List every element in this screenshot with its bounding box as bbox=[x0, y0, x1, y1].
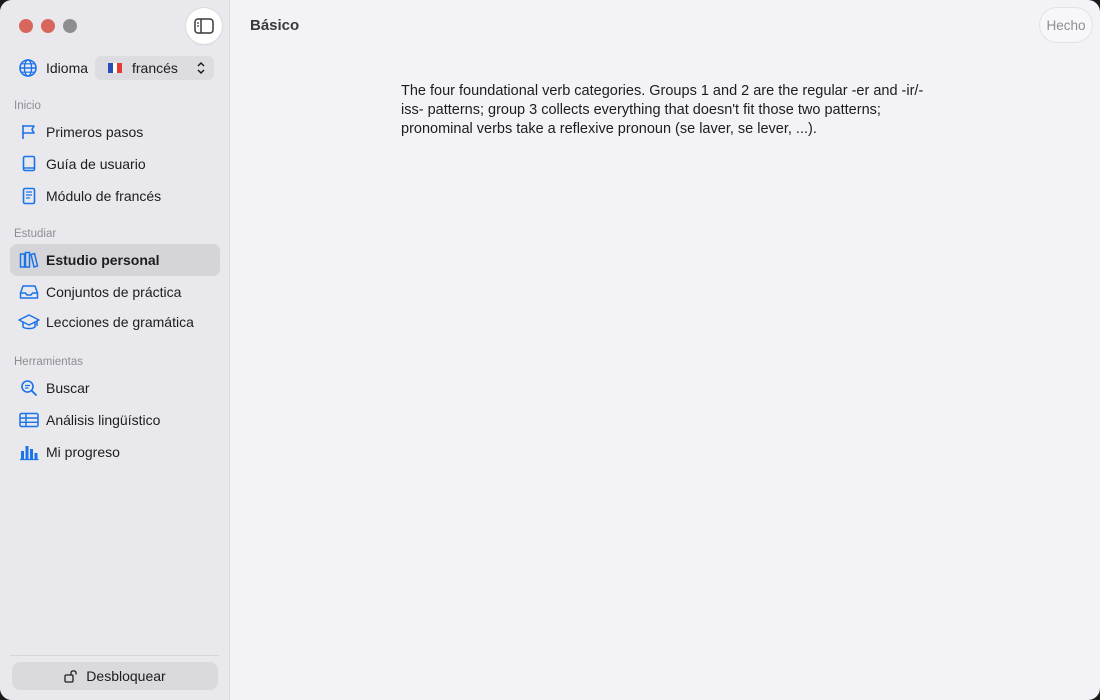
sidebar-item-conjuntos-de-practica[interactable]: Conjuntos de práctica bbox=[10, 276, 220, 308]
sidebar-item-label: Mi progreso bbox=[46, 444, 120, 460]
sidebar-item-label: Conjuntos de práctica bbox=[46, 284, 182, 300]
section-title-inicio: Inicio bbox=[14, 100, 41, 112]
notebook-icon bbox=[18, 185, 40, 207]
bar-chart-icon bbox=[18, 441, 40, 463]
app-window: Idioma francés Inicio Primeros pasos Guí… bbox=[0, 0, 1100, 700]
book-icon bbox=[18, 153, 40, 175]
sidebar: Idioma francés Inicio Primeros pasos Guí… bbox=[0, 0, 230, 700]
unlock-icon bbox=[64, 670, 77, 683]
tray-icon bbox=[18, 281, 40, 303]
sidebar-item-label: Buscar bbox=[46, 380, 90, 396]
category-description: The four foundational verb categories. G… bbox=[401, 82, 924, 137]
sidebar-toggle-button[interactable] bbox=[186, 8, 222, 44]
sidebar-item-label: Estudio personal bbox=[46, 252, 160, 268]
graduation-cap-icon bbox=[18, 311, 40, 333]
up-down-chevron-icon bbox=[197, 61, 205, 75]
language-row: Idioma francés bbox=[18, 56, 214, 80]
main-content: Básico Hecho The four foundational verb … bbox=[230, 0, 1100, 700]
sidebar-item-lecciones-de-gramatica[interactable]: Lecciones de gramática bbox=[10, 306, 220, 338]
unlock-label: Desbloquear bbox=[86, 668, 166, 684]
sidebar-item-analisis-linguistico[interactable]: Análisis lingüístico bbox=[10, 404, 220, 436]
unlock-button[interactable]: Desbloquear bbox=[12, 662, 218, 690]
search-icon bbox=[18, 377, 40, 399]
section-title-herramientas: Herramientas bbox=[14, 356, 84, 368]
sidebar-divider bbox=[10, 655, 219, 656]
sidebar-icon bbox=[194, 18, 214, 34]
page-title: Básico bbox=[250, 17, 300, 34]
close-window-button[interactable] bbox=[19, 19, 33, 33]
sidebar-item-label: Guía de usuario bbox=[46, 156, 146, 172]
sidebar-item-estudio-personal[interactable]: Estudio personal bbox=[10, 244, 220, 276]
sidebar-item-mi-progreso[interactable]: Mi progreso bbox=[10, 436, 220, 468]
language-select[interactable]: francés bbox=[95, 56, 214, 80]
zoom-window-button[interactable] bbox=[63, 19, 77, 33]
table-icon bbox=[18, 409, 40, 431]
france-flag-icon bbox=[108, 63, 123, 73]
done-button[interactable]: Hecho bbox=[1040, 8, 1092, 42]
sidebar-item-guia-de-usuario[interactable]: Guía de usuario bbox=[10, 148, 220, 180]
window-controls bbox=[19, 19, 77, 33]
sidebar-item-primeros-pasos[interactable]: Primeros pasos bbox=[10, 116, 220, 148]
sidebar-item-buscar[interactable]: Buscar bbox=[10, 372, 220, 404]
language-select-value: francés bbox=[132, 60, 178, 76]
sidebar-item-label: Análisis lingüístico bbox=[46, 412, 161, 428]
sidebar-item-modulo-de-frances[interactable]: Módulo de francés bbox=[10, 180, 220, 212]
globe-icon bbox=[19, 59, 37, 77]
section-title-estudiar: Estudiar bbox=[14, 228, 57, 240]
sidebar-item-label: Módulo de francés bbox=[46, 188, 162, 204]
sidebar-item-label: Lecciones de gramática bbox=[46, 314, 194, 330]
language-label: Idioma bbox=[46, 60, 89, 76]
books-icon bbox=[18, 249, 40, 271]
flag-icon bbox=[18, 121, 40, 143]
minimize-window-button[interactable] bbox=[41, 19, 55, 33]
sidebar-item-label: Primeros pasos bbox=[46, 124, 144, 140]
